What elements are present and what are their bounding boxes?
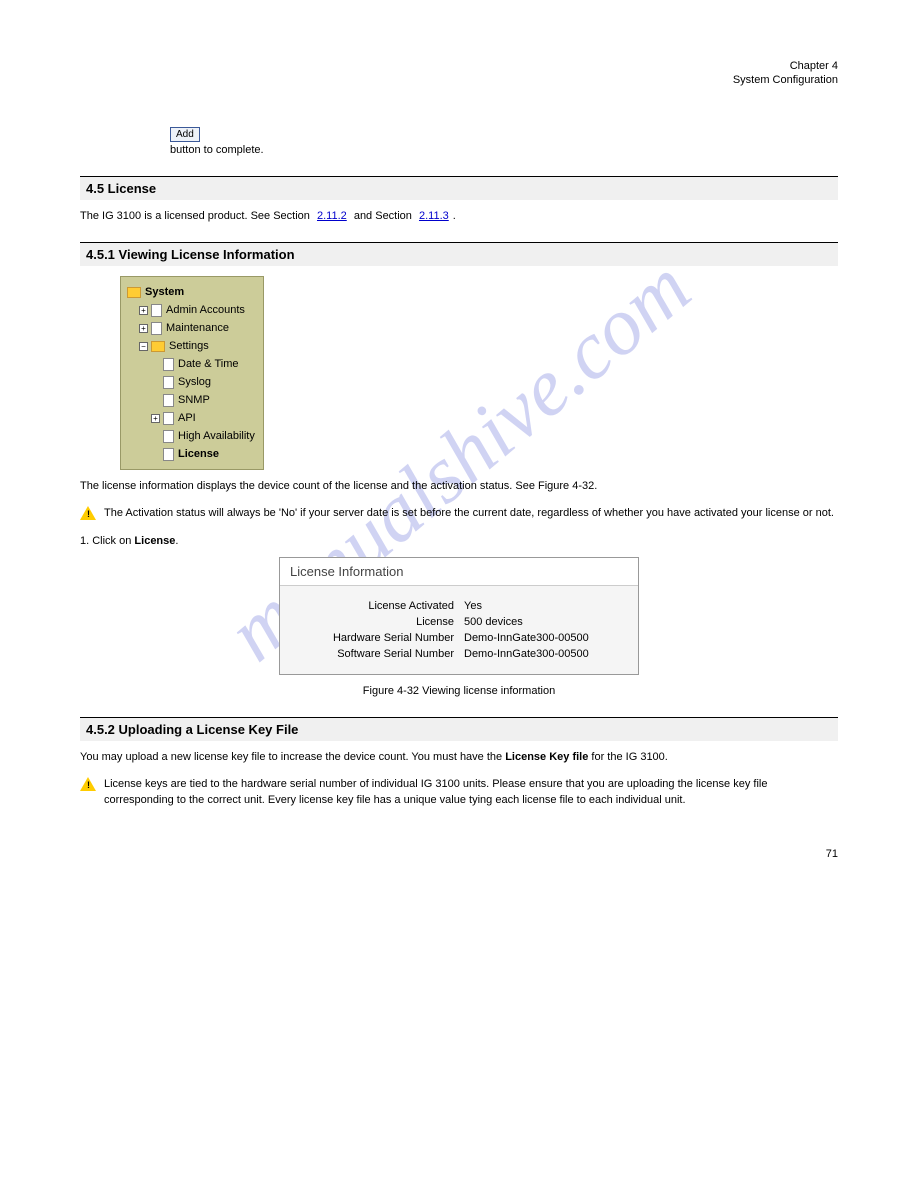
warning-icon: ! <box>80 506 96 520</box>
license-panel-title: License Information <box>280 558 638 586</box>
doc-icon <box>151 322 162 335</box>
doc-icon <box>151 304 162 317</box>
license-value: Demo-InnGate300-00500 <box>464 632 624 644</box>
doc-icon <box>163 412 174 425</box>
folder-icon <box>127 287 141 298</box>
expand-icon[interactable]: + <box>139 324 148 333</box>
tree-label: API <box>178 409 196 427</box>
tree-root-label: System <box>145 283 184 301</box>
section-viewing-license-header: 4.5.1 Viewing License Information <box>80 242 838 266</box>
sec1-para2: and Section <box>351 210 415 222</box>
tree-item-date-time[interactable]: Date & Time <box>127 355 255 373</box>
tree-label: SNMP <box>178 391 210 409</box>
tree-label: License <box>178 445 219 463</box>
upload-p1b: License Key file <box>505 751 588 763</box>
step1-prefix: 1. Click on <box>80 535 134 547</box>
sec1-period: . <box>453 210 456 222</box>
intro-text: button to complete. <box>170 144 838 156</box>
step-1: 1. Click on License. <box>80 535 838 547</box>
tree-label: Syslog <box>178 373 211 391</box>
step1-bold: License <box>134 535 175 547</box>
tree-item-maintenance[interactable]: + Maintenance <box>127 319 255 337</box>
link-section-2-11-3[interactable]: 2.11.3 <box>419 210 449 222</box>
tree-item-license[interactable]: License <box>127 445 255 463</box>
license-value: Demo-InnGate300-00500 <box>464 648 624 660</box>
expand-icon[interactable]: + <box>139 306 148 315</box>
header-chapter: Chapter 4 <box>80 60 838 72</box>
sec1-para1: The IG 3100 is a licensed product. See S… <box>80 210 313 222</box>
license-row-swserial: Software Serial Number Demo-InnGate300-0… <box>294 648 624 660</box>
nav-tree: System + Admin Accounts + Maintenance − … <box>120 276 264 470</box>
upload-license-desc: You may upload a new license key file to… <box>80 751 838 763</box>
header-subtitle: System Configuration <box>80 74 838 86</box>
section-license-header: 4.5 License <box>80 176 838 200</box>
warning-icon: ! <box>80 777 96 791</box>
license-row-license: License 500 devices <box>294 616 624 628</box>
tree-label: Settings <box>169 337 209 355</box>
page-number: 71 <box>80 848 838 860</box>
license-label: License <box>294 616 464 628</box>
figure-caption: Figure 4-32 Viewing license information <box>80 685 838 697</box>
section-upload-license-header: 4.5.2 Uploading a License Key File <box>80 717 838 741</box>
tree-item-syslog[interactable]: Syslog <box>127 373 255 391</box>
viewing-license-desc: The license information displays the dev… <box>80 480 838 492</box>
tree-label: Admin Accounts <box>166 301 245 319</box>
warning-text: The Activation status will always be 'No… <box>104 506 834 521</box>
doc-icon <box>163 376 174 389</box>
upload-p1c: for the IG 3100. <box>588 751 668 763</box>
warning-activation: ! The Activation status will always be '… <box>80 506 838 521</box>
tree-label: Date & Time <box>178 355 239 373</box>
doc-icon <box>163 394 174 407</box>
tree-label: High Availability <box>178 427 255 445</box>
page-header: Chapter 4 System Configuration <box>80 60 838 86</box>
doc-icon <box>163 448 174 461</box>
license-intro: The IG 3100 is a licensed product. See S… <box>80 210 838 222</box>
warning-license-key: ! License keys are tied to the hardware … <box>80 777 838 808</box>
license-row-activated: License Activated Yes <box>294 600 624 612</box>
folder-icon <box>151 341 165 352</box>
step1-suffix: . <box>175 535 178 547</box>
tree-item-high-availability[interactable]: High Availability <box>127 427 255 445</box>
license-label: Hardware Serial Number <box>294 632 464 644</box>
tree-item-settings[interactable]: − Settings <box>127 337 255 355</box>
tree-label: Maintenance <box>166 319 229 337</box>
tree-root-system[interactable]: System <box>127 283 255 301</box>
add-button[interactable]: Add <box>170 127 200 142</box>
tree-item-snmp[interactable]: SNMP <box>127 391 255 409</box>
link-section-2-11-2[interactable]: 2.11.2 <box>317 210 347 222</box>
license-info-panel: License Information License Activated Ye… <box>279 557 639 675</box>
license-row-hwserial: Hardware Serial Number Demo-InnGate300-0… <box>294 632 624 644</box>
license-value: Yes <box>464 600 624 612</box>
tree-item-api[interactable]: + API <box>127 409 255 427</box>
collapse-icon[interactable]: − <box>139 342 148 351</box>
doc-icon <box>163 430 174 443</box>
upload-p1a: You may upload a new license key file to… <box>80 751 505 763</box>
tree-item-admin-accounts[interactable]: + Admin Accounts <box>127 301 255 319</box>
license-label: License Activated <box>294 600 464 612</box>
doc-icon <box>163 358 174 371</box>
warning-text: License keys are tied to the hardware se… <box>104 777 838 808</box>
expand-icon[interactable]: + <box>151 414 160 423</box>
license-label: Software Serial Number <box>294 648 464 660</box>
license-value: 500 devices <box>464 616 624 628</box>
